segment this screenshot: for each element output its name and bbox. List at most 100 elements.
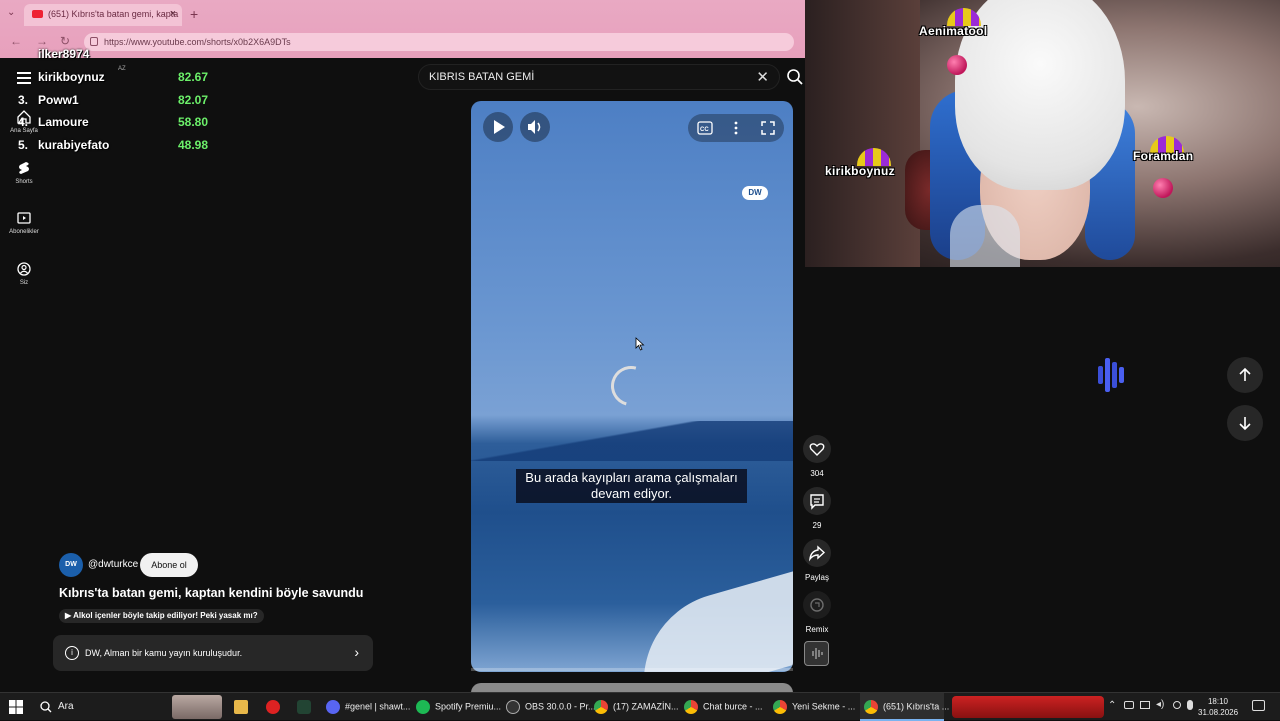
info-panel[interactable]: i DW, Alman bir kamu yayın kuruluşudur. …: [53, 635, 373, 671]
leaderboard-name-5: kurabiyefato: [38, 138, 110, 152]
spotify-icon: [416, 700, 430, 714]
nav-subscriptions-label: Abonelikler: [9, 229, 39, 235]
nav-shorts-label: Shorts: [15, 179, 33, 185]
file-explorer-icon[interactable]: [234, 693, 253, 721]
mouse-cursor-icon: [635, 337, 645, 351]
address-bar[interactable]: https://www.youtube.com/shorts/x0b2X6A9D…: [84, 33, 794, 51]
nav-you[interactable]: Siz: [0, 262, 48, 286]
taskbar-chrome-2-label: Chat burce - ...: [703, 701, 763, 712]
tray-chevron-icon[interactable]: ⌃: [1108, 700, 1116, 711]
windows-start-icon[interactable]: [9, 700, 23, 714]
audio-visualizer-icon: [1098, 358, 1124, 392]
taskbar-discord-label: #genel | shawt...: [345, 701, 411, 712]
play-button[interactable]: [483, 112, 513, 142]
microphone-icon[interactable]: [1187, 700, 1193, 710]
leaderboard-name-1: ilker8974: [38, 47, 90, 61]
tray-app-icon[interactable]: [1124, 701, 1134, 709]
nav-subscriptions[interactable]: Abonelikler: [0, 211, 48, 235]
taskbar-search[interactable]: Ara: [32, 693, 167, 721]
volume-tray-icon[interactable]: ◂): [1156, 699, 1164, 710]
arrow-up-icon: [1239, 367, 1251, 381]
search-input[interactable]: KIBRIS BATAN GEMİ: [429, 71, 534, 83]
site-info-icon[interactable]: [90, 37, 98, 46]
nav-shorts[interactable]: Shorts: [0, 161, 48, 185]
comments-button[interactable]: [803, 487, 831, 515]
youtube-favicon-icon: [32, 10, 43, 18]
taskbar-chrome-active[interactable]: (651) Kıbrıs'ta ...: [860, 693, 949, 721]
taskbar-widget[interactable]: [952, 696, 1104, 718]
chatter-name-2: kirikboynuz: [825, 164, 895, 178]
taskbar-chrome-3[interactable]: Yeni Sekme - ...: [773, 693, 855, 721]
search-icon: [40, 701, 52, 713]
browser-chrome: ⌄ (651) Kıbrıs'ta batan gemi, kapta × + …: [0, 0, 805, 58]
tab-search-icon[interactable]: ⌄: [7, 7, 15, 18]
app-red-icon[interactable]: [266, 693, 285, 721]
back-icon[interactable]: ←: [10, 34, 22, 48]
taskbar-chrome-2[interactable]: Chat burce - ...: [684, 693, 764, 721]
captions-icon[interactable]: CC: [697, 121, 713, 135]
obs-icon: [506, 700, 520, 714]
subscriptions-icon: [17, 212, 31, 224]
fullscreen-icon[interactable]: [761, 121, 775, 135]
suggested-video-chip[interactable]: ▶ Alkol içenler böyle takip ediliyor! Pe…: [59, 609, 264, 623]
search-bar[interactable]: KIBRIS BATAN GEMİ ✕: [418, 64, 780, 90]
channel-handle[interactable]: @dwturkce: [88, 559, 138, 570]
menu-icon[interactable]: [17, 71, 31, 84]
close-tab-icon[interactable]: ×: [170, 8, 176, 20]
leaderboard-name-2: kirikboynuz: [38, 70, 105, 84]
like-button[interactable]: [803, 435, 831, 463]
chat-ball-icon: [1153, 178, 1173, 198]
forward-icon[interactable]: →: [36, 34, 48, 48]
volume-icon: [528, 120, 541, 134]
taskbar-obs[interactable]: OBS 30.0.0 - Pr...: [506, 693, 596, 721]
volume-button[interactable]: [520, 112, 550, 142]
share-icon: [808, 545, 826, 562]
taskbar-chrome-1[interactable]: (17) ZAMAZİN...: [594, 693, 679, 721]
taskbar-spotify[interactable]: Spotify Premiu...: [416, 693, 501, 721]
remix-label: Remix: [805, 625, 829, 634]
country-code: AZ: [118, 66, 126, 72]
channel-avatar[interactable]: DW: [59, 553, 83, 577]
nav-home[interactable]: Ana Sayfa: [0, 110, 48, 134]
info-text: DW, Alman bir kamu yayın kuruluşudur.: [85, 648, 243, 658]
play-small-icon: ▶: [65, 611, 74, 620]
dw-watermark: DW: [742, 186, 768, 200]
previous-short-button[interactable]: [1227, 357, 1263, 393]
taskbar-discord[interactable]: #genel | shawt...: [326, 693, 411, 721]
video-progress-bar[interactable]: [471, 668, 793, 671]
tab-strip: ⌄ (651) Kıbrıs'ta batan gemi, kapta × +: [0, 0, 805, 28]
clear-search-icon[interactable]: ✕: [756, 68, 769, 86]
nav-you-label: Siz: [19, 280, 29, 286]
webcam-background: [805, 0, 920, 267]
search-icon[interactable]: [786, 68, 804, 86]
home-icon: [17, 110, 31, 124]
remix-icon: [810, 598, 824, 612]
remix-button[interactable]: [803, 591, 831, 619]
leaderboard-name-3: Poww1: [38, 93, 79, 107]
chrome-icon: [684, 700, 698, 714]
reload-icon[interactable]: ↻: [60, 34, 70, 48]
comment-icon: [810, 494, 824, 510]
nav-home-label: Ana Sayfa: [10, 128, 38, 134]
tray-status-icon[interactable]: [1173, 701, 1181, 709]
audio-wave-icon: [812, 648, 823, 659]
leaderboard-value-4: 58.80: [178, 115, 209, 129]
share-button[interactable]: [803, 539, 831, 567]
network-icon[interactable]: [1140, 701, 1150, 709]
windows-taskbar: Ara #genel | shawt... Spotify Premiu... …: [0, 692, 1280, 721]
comment-count: 29: [812, 521, 822, 530]
more-options-icon[interactable]: [732, 121, 740, 135]
sea-horizon: [471, 421, 793, 461]
browser-tab-active[interactable]: (651) Kıbrıs'ta batan gemi, kapta ×: [24, 4, 182, 26]
sound-button[interactable]: [804, 641, 829, 666]
chrome-icon: [773, 700, 787, 714]
new-tab-icon[interactable]: +: [190, 6, 198, 22]
heart-icon: [809, 443, 825, 456]
next-short-button[interactable]: [1227, 405, 1263, 441]
app-green-icon[interactable]: [297, 693, 316, 721]
system-clock[interactable]: 18:10 31.08.2026: [1198, 696, 1238, 718]
taskbar-search-label: Ara: [58, 701, 74, 712]
notifications-icon[interactable]: [1252, 700, 1265, 711]
subscribe-button[interactable]: Abone ol: [140, 553, 198, 577]
svg-text:CC: CC: [700, 127, 709, 133]
